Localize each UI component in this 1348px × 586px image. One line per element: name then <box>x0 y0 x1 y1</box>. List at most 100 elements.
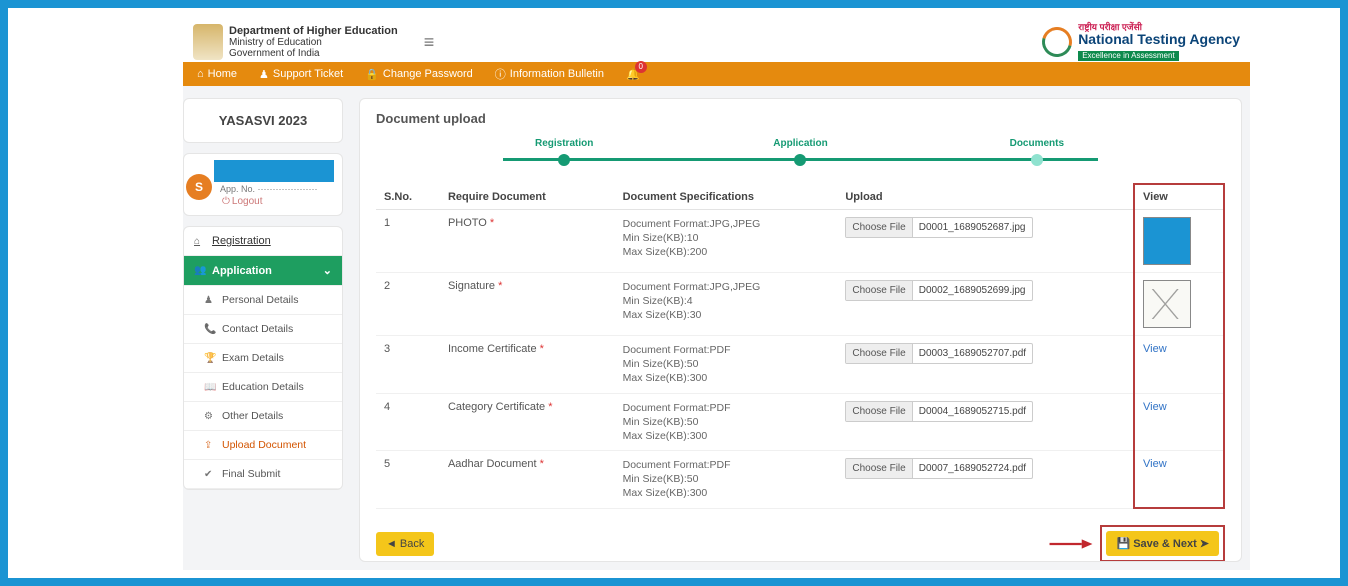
user-card: S App. No. ···················· ⏻Logout <box>183 153 343 216</box>
cell-require: Aadhar Document * <box>440 451 615 509</box>
view-link[interactable]: View <box>1143 401 1167 413</box>
upload-icon: ⇪ <box>204 440 216 451</box>
table-row: 4Category Certificate *Document Format:P… <box>376 393 1224 451</box>
col-sno: S.No. <box>376 184 440 210</box>
nav-home-label: Home <box>208 68 237 80</box>
side-final-submit[interactable]: ✔ Final Submit <box>184 460 342 489</box>
nta-branding: राष्ट्रीय परीक्षा एजेंसी National Testin… <box>1042 23 1240 62</box>
side-upload-label: Upload Document <box>222 439 306 451</box>
gov-line3: Government of India <box>229 48 398 59</box>
emblem-icon <box>193 24 223 60</box>
cell-upload: Choose FileD0001_1689052687.jpg <box>837 210 1134 273</box>
cell-sno: 2 <box>376 273 440 336</box>
cell-view <box>1134 273 1224 336</box>
step-application: Application <box>682 142 918 167</box>
side-upload-document[interactable]: ⇪ Upload Document <box>184 431 342 460</box>
col-spec: Document Specifications <box>615 184 838 210</box>
side-other-details[interactable]: ⚙ Other Details <box>184 402 342 431</box>
cell-sno: 3 <box>376 336 440 394</box>
step1-label: Registration <box>535 138 593 149</box>
nav-home[interactable]: ⌂ Home <box>197 68 237 80</box>
side-final-label: Final Submit <box>222 468 280 480</box>
choose-file-button[interactable]: Choose File <box>846 402 912 421</box>
trophy-icon: 🏆 <box>204 353 216 364</box>
main-panel: Document upload Registration Application… <box>359 98 1242 562</box>
file-input[interactable]: Choose FileD0002_1689052699.jpg <box>845 280 1032 301</box>
file-input[interactable]: Choose FileD0004_1689052715.pdf <box>845 401 1033 422</box>
file-name-label: D0001_1689052687.jpg <box>913 218 1032 237</box>
nav-change-password[interactable]: 🔒Change Password <box>365 68 473 81</box>
cell-upload: Choose FileD0002_1689052699.jpg <box>837 273 1134 336</box>
step2-label: Application <box>773 138 827 149</box>
page-title: Document upload <box>376 111 1225 126</box>
choose-file-button[interactable]: Choose File <box>846 344 912 363</box>
view-link[interactable]: View <box>1143 343 1167 355</box>
cell-spec: Document Format:PDFMin Size(KB):50Max Si… <box>615 336 838 394</box>
cell-spec: Document Format:PDFMin Size(KB):50Max Si… <box>615 451 838 509</box>
home-icon: ⌂ <box>197 68 204 80</box>
cell-sno: 5 <box>376 451 440 509</box>
chevron-right-icon: ➤ <box>1200 537 1209 550</box>
file-input[interactable]: Choose FileD0001_1689052687.jpg <box>845 217 1032 238</box>
logout-label: Logout <box>232 196 263 207</box>
nav-notifications[interactable]: 🔔 0 <box>626 68 640 81</box>
side-registration[interactable]: ⌂Registration <box>184 227 342 256</box>
col-require: Require Document <box>440 184 615 210</box>
save-next-button[interactable]: 💾Save & Next➤ <box>1106 531 1219 556</box>
choose-file-button[interactable]: Choose File <box>846 218 912 237</box>
side-contact-details[interactable]: 📞Contact Details <box>184 315 342 344</box>
phone-icon: 📞 <box>204 324 216 335</box>
side-personal-label: Personal Details <box>222 294 298 306</box>
table-row: 5Aadhar Document *Document Format:PDFMin… <box>376 451 1224 509</box>
cell-sno: 4 <box>376 393 440 451</box>
gov-line2: Ministry of Education <box>229 37 398 48</box>
signature-thumbnail[interactable] <box>1143 280 1191 328</box>
side-exam-label: Exam Details <box>222 352 284 364</box>
save-label: Save & Next <box>1133 538 1197 550</box>
back-button[interactable]: ◄Back <box>376 532 434 556</box>
people-icon: 👥 <box>194 265 206 276</box>
file-input[interactable]: Choose FileD0007_1689052724.pdf <box>845 458 1033 479</box>
cell-view: View <box>1134 336 1224 394</box>
logout-link[interactable]: ⏻Logout <box>222 196 334 207</box>
cell-require: PHOTO * <box>440 210 615 273</box>
nav-bar: ⌂ Home ♟Support Ticket 🔒Change Password ⓘ… <box>183 62 1250 86</box>
cell-spec: Document Format:JPG,JPEGMin Size(KB):4Ma… <box>615 273 838 336</box>
step-documents: Documents <box>919 142 1155 167</box>
nav-support-ticket[interactable]: ♟Support Ticket <box>259 68 343 81</box>
cell-upload: Choose FileD0003_1689052707.pdf <box>837 336 1134 394</box>
nav-information-bulletin[interactable]: ⓘInformation Bulletin <box>495 66 604 82</box>
user-name-redacted <box>214 160 334 182</box>
table-row: 1PHOTO *Document Format:JPG,JPEGMin Size… <box>376 210 1224 273</box>
menu-toggle-icon[interactable]: ≡ <box>424 32 435 53</box>
side-exam-details[interactable]: 🏆 Exam Details <box>184 344 342 373</box>
cell-spec: Document Format:PDFMin Size(KB):50Max Si… <box>615 393 838 451</box>
step-registration: Registration <box>446 142 682 167</box>
check-icon: ✔ <box>204 469 216 480</box>
file-input[interactable]: Choose FileD0003_1689052707.pdf <box>845 343 1033 364</box>
cell-spec: Document Format:JPG,JPEGMin Size(KB):10M… <box>615 210 838 273</box>
side-education-details[interactable]: 📖Education Details <box>184 373 342 402</box>
cell-require: Category Certificate * <box>440 393 615 451</box>
col-upload: Upload <box>837 184 1134 210</box>
side-personal-details[interactable]: ♟Personal Details <box>184 286 342 315</box>
home-small-icon: ⌂ <box>194 236 206 247</box>
gov-branding: Department of Higher Education Ministry … <box>193 24 434 60</box>
choose-file-button[interactable]: Choose File <box>846 459 912 478</box>
info-icon: ⓘ <box>495 66 506 82</box>
choose-file-button[interactable]: Choose File <box>846 281 912 300</box>
view-link[interactable]: View <box>1143 458 1167 470</box>
side-other-label: Other Details <box>222 410 283 422</box>
gear-icon: ⚙ <box>204 411 216 422</box>
photo-thumbnail[interactable] <box>1143 217 1191 265</box>
file-name-label: D0004_1689052715.pdf <box>913 402 1032 421</box>
cell-require: Income Certificate * <box>440 336 615 394</box>
side-application[interactable]: 👥Application ⌄ <box>184 256 342 286</box>
col-view: View <box>1134 184 1224 210</box>
save-highlight-box: 💾Save & Next➤ <box>1100 525 1225 562</box>
cell-upload: Choose FileD0007_1689052724.pdf <box>837 451 1134 509</box>
cell-sno: 1 <box>376 210 440 273</box>
annotation-arrow-icon <box>1048 535 1094 553</box>
stepper: Registration Application Documents <box>446 142 1155 167</box>
user-icon: ♟ <box>259 68 269 81</box>
